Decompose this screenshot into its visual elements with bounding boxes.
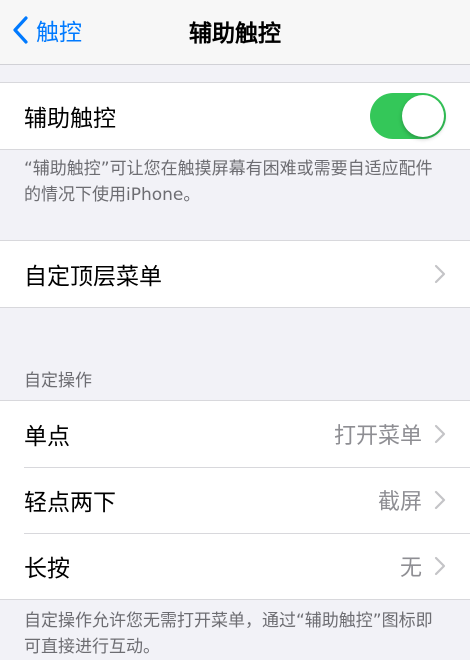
double-tap-row[interactable]: 轻点两下 截屏 bbox=[0, 467, 470, 533]
custom-actions-header: 自定操作 bbox=[24, 371, 92, 391]
long-press-label: 长按 bbox=[24, 556, 70, 582]
chevron-right-icon bbox=[434, 490, 446, 510]
custom-actions-footer: 自定操作允许您无需打开菜单，通过“辅助触控”图标即可直接进行互动。 bbox=[24, 611, 433, 657]
assistive-touch-row: 辅助触控 bbox=[0, 83, 470, 149]
custom-actions-group: 单点 打开菜单 轻点两下 截屏 长按 无 bbox=[0, 400, 470, 600]
long-press-value: 无 bbox=[399, 556, 422, 581]
single-tap-row[interactable]: 单点 打开菜单 bbox=[0, 401, 470, 467]
customize-top-menu-label: 自定顶层菜单 bbox=[24, 264, 162, 290]
assistive-touch-label: 辅助触控 bbox=[24, 106, 116, 132]
double-tap-value: 截屏 bbox=[377, 490, 422, 515]
assistive-touch-toggle[interactable] bbox=[370, 93, 446, 139]
double-tap-label: 轻点两下 bbox=[24, 490, 116, 516]
navigation-bar: 触控 辅助触控 bbox=[0, 0, 470, 65]
assistive-touch-group: 辅助触控 bbox=[0, 82, 470, 150]
toggle-knob bbox=[402, 95, 444, 137]
assistive-touch-footer: “辅助触控”可让您在触摸屏幕有困难或需要自适应配件的情况下使用iPhone。 bbox=[24, 159, 433, 205]
page-title: 辅助触控 bbox=[189, 21, 281, 47]
chevron-right-icon bbox=[434, 556, 446, 576]
long-press-row[interactable]: 长按 无 bbox=[0, 533, 470, 599]
customize-top-menu-row[interactable]: 自定顶层菜单 bbox=[0, 241, 470, 307]
single-tap-label: 单点 bbox=[24, 424, 70, 450]
chevron-right-icon bbox=[434, 264, 446, 284]
top-menu-group: 自定顶层菜单 bbox=[0, 240, 470, 308]
single-tap-value: 打开菜单 bbox=[333, 424, 422, 449]
chevron-right-icon bbox=[434, 424, 446, 444]
